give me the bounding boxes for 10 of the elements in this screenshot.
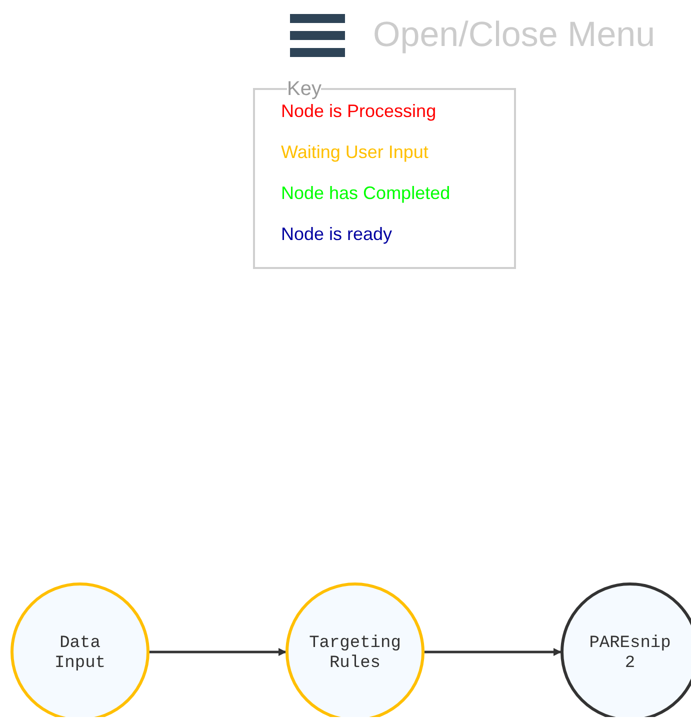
node-label: Targeting Rules <box>309 634 401 673</box>
key-entry: Node is ready <box>281 223 394 245</box>
process-node[interactable]: Targeting Rules <box>286 582 424 717</box>
process-node[interactable]: Data Input <box>10 582 150 717</box>
node-label: Data Input <box>54 634 106 673</box>
key-entry: Waiting User Input <box>281 141 430 163</box>
process-node[interactable]: PAREsnip 2 <box>560 582 691 717</box>
node-label: PAREsnip 2 <box>589 634 671 673</box>
key-entry: Node has Completed <box>281 182 452 204</box>
key-entry: Node is Processing <box>281 100 438 122</box>
